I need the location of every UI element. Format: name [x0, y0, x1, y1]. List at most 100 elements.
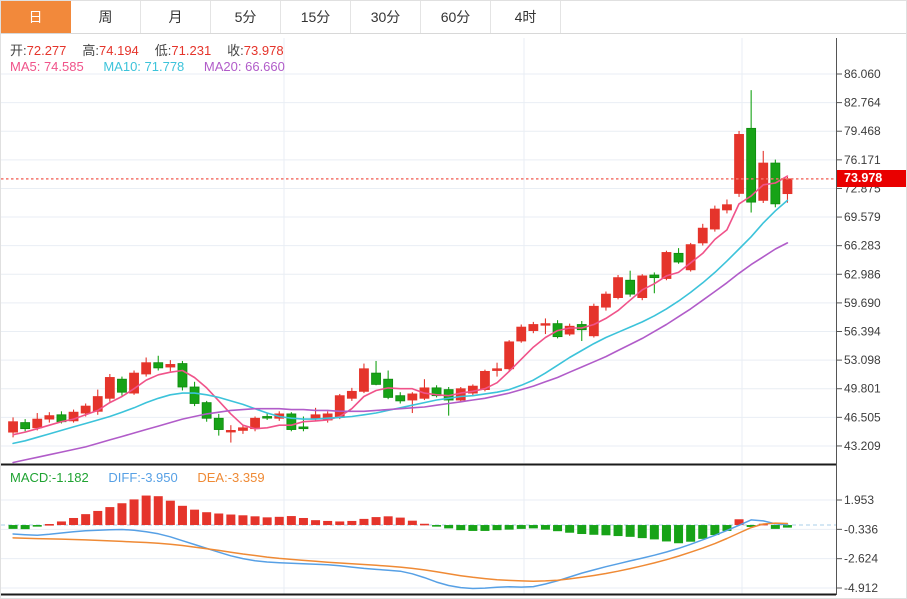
chart-canvas[interactable]: 86.06082.76479.46876.17172.87569.57966.2…	[1, 34, 907, 599]
candle-body	[674, 253, 683, 262]
tab-60min[interactable]: 60分	[421, 1, 491, 33]
axis-tick-label: 62.986	[844, 267, 881, 281]
candle-body	[638, 276, 647, 298]
candle-body	[698, 228, 707, 243]
candle-body	[650, 275, 659, 278]
candle-body	[408, 394, 417, 400]
macd-bar	[117, 503, 126, 525]
macd-value-legend: MACD:-1.182	[10, 470, 89, 485]
macd-bar	[69, 518, 78, 525]
open-group: 开:72.277	[10, 43, 66, 58]
macd-bar	[178, 506, 187, 525]
candle-body	[783, 179, 792, 194]
candle-body	[359, 369, 368, 392]
close-label: 收:	[227, 43, 244, 58]
macd-bar	[263, 517, 272, 525]
candle-body	[529, 325, 538, 331]
macd-bar	[577, 525, 586, 534]
macd-bar	[553, 525, 562, 531]
candle-body	[81, 406, 90, 413]
candle-body	[178, 364, 187, 387]
tab-30min[interactable]: 30分	[351, 1, 421, 33]
tab-15min[interactable]: 15分	[281, 1, 351, 33]
macd-bar	[142, 496, 151, 525]
axis-tick-label: 76.171	[844, 153, 881, 167]
macd-bar	[299, 518, 308, 525]
candle-body	[287, 414, 296, 430]
macd-bar	[601, 525, 610, 535]
candle-body	[493, 369, 502, 371]
macd-bar	[21, 525, 30, 529]
macd-bar	[517, 525, 526, 529]
macd-bar	[214, 513, 223, 525]
macd-bar	[251, 516, 260, 525]
tab-month[interactable]: 月	[141, 1, 211, 33]
candle-body	[33, 419, 42, 428]
tab-5min[interactable]: 5分	[211, 1, 281, 33]
macd-bar	[287, 516, 296, 525]
macd-bar	[686, 525, 695, 542]
tab-day[interactable]: 日	[1, 1, 71, 33]
ma10-legend: MA10: 71.778	[103, 59, 184, 74]
macd-line-diff	[13, 520, 787, 589]
axis-tick-label: 53.098	[844, 353, 881, 367]
candle-body	[142, 363, 151, 374]
candle-body	[45, 416, 54, 419]
candle-body	[117, 379, 126, 392]
macd-bar	[674, 525, 683, 543]
tab-week[interactable]: 周	[71, 1, 141, 33]
candle-body	[710, 209, 719, 229]
open-label: 开:	[10, 43, 27, 58]
macd-bar	[480, 525, 489, 531]
ma5-legend: MA5: 74.585	[10, 59, 84, 74]
macd-bar	[226, 515, 235, 526]
axis-tick-label: 59.690	[844, 296, 881, 310]
ma-legend: MA5: 74.585 MA10: 71.778 MA20: 66.660	[10, 59, 301, 74]
axis-tick-label: -0.336	[844, 522, 878, 536]
candle-body	[9, 422, 18, 432]
candle-body	[614, 278, 623, 298]
macd-bar	[432, 525, 441, 527]
candle-body	[601, 294, 610, 307]
candle-body	[21, 423, 30, 429]
axis-tick-label: 43.209	[844, 439, 881, 453]
axis-tick-label: 49.801	[844, 382, 881, 396]
open-value: 72.277	[27, 43, 67, 58]
period-tabbar: 日 周 月 5分 15分 30分 60分 4时	[1, 1, 906, 34]
macd-bar	[420, 524, 429, 526]
candle-body	[238, 428, 247, 431]
candle-body	[517, 327, 526, 341]
close-value: 73.978	[244, 43, 284, 58]
macd-bar	[408, 521, 417, 525]
candle-body	[589, 306, 598, 336]
macd-bar	[589, 525, 598, 535]
ohlc-legend: 开:72.277高:74.194低:71.231收:73.978	[10, 40, 300, 59]
macd-bar	[105, 507, 114, 525]
macd-bar	[323, 521, 332, 525]
kline-chart-widget: 日 周 月 5分 15分 30分 60分 4时 86.06082.76479.4…	[0, 0, 907, 599]
macd-bar	[372, 517, 381, 525]
macd-bar	[238, 515, 247, 525]
candle-body	[202, 403, 211, 419]
macd-bar	[456, 525, 465, 530]
macd-bar	[93, 511, 102, 525]
high-value: 74.194	[99, 43, 139, 58]
candle-body	[299, 427, 308, 429]
macd-bar	[57, 521, 66, 525]
macd-line-dea	[13, 523, 787, 581]
candle-body	[154, 363, 163, 368]
candle-body	[747, 128, 756, 202]
macd-legend: MACD:-1.182 DIFF:-3.950 DEA:-3.359	[10, 470, 281, 485]
candle-body	[263, 417, 272, 419]
chart-area: 86.06082.76479.46876.17172.87569.57966.2…	[1, 34, 907, 599]
axis-tick-label: 46.505	[844, 410, 881, 424]
close-group: 收:73.978	[227, 43, 283, 58]
macd-bar	[698, 525, 707, 539]
candle-body	[396, 396, 405, 401]
macd-bar	[493, 525, 502, 530]
tab-4hour[interactable]: 4时	[491, 1, 561, 33]
macd-bar	[130, 499, 139, 525]
macd-bar	[81, 514, 90, 525]
macd-bar	[638, 525, 647, 538]
macd-bar	[771, 525, 780, 529]
